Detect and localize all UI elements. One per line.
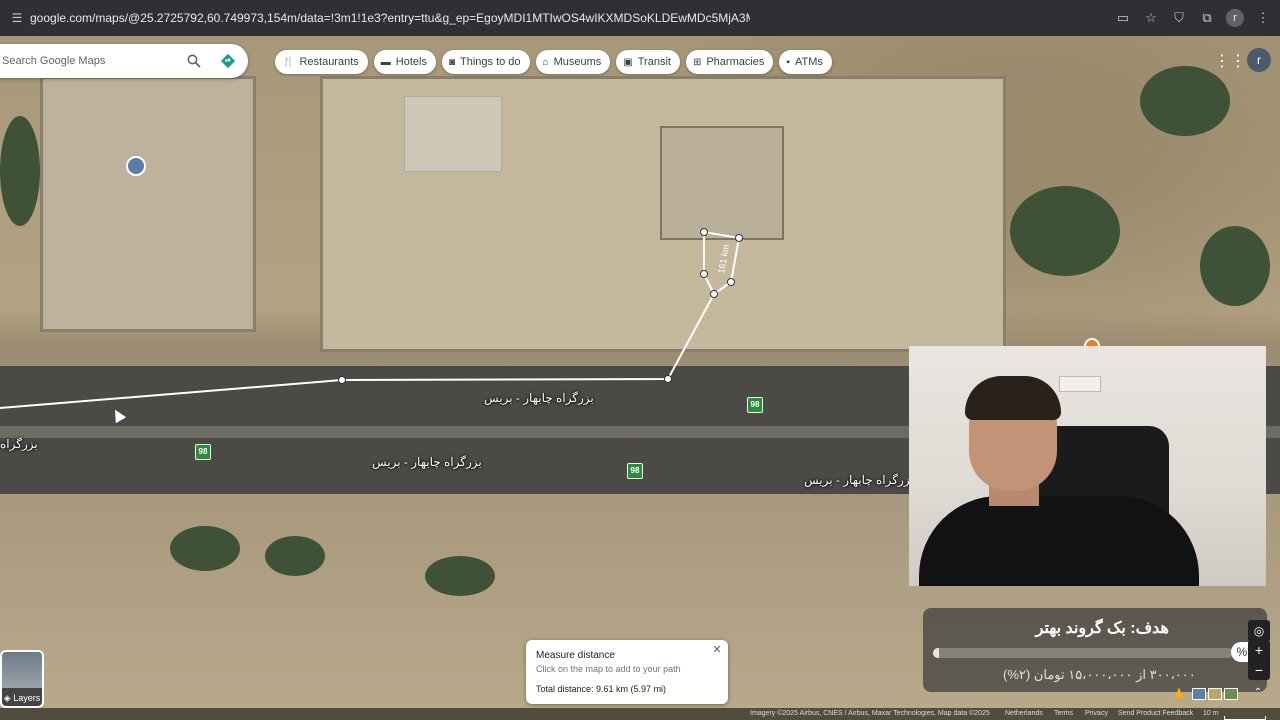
- scale-bar: [1224, 716, 1266, 720]
- expand-up-icon[interactable]: ⌃: [1252, 686, 1264, 700]
- browser-address-bar: ☰ google.com/maps/@25.2725792,60.749973,…: [0, 0, 1280, 36]
- fork-knife-icon: 🍴: [282, 56, 295, 68]
- measure-title: Measure distance: [536, 650, 615, 661]
- chip-label: Hotels: [395, 56, 427, 68]
- measure-point[interactable]: [710, 290, 718, 298]
- privacy-link[interactable]: Privacy: [1085, 710, 1108, 717]
- search-input[interactable]: [0, 54, 174, 68]
- goal-title: هدف: بک گروند بهتر: [1035, 620, 1169, 637]
- browser-menu-icon[interactable]: ⋮: [1254, 9, 1272, 27]
- route-98-shield: 98: [747, 397, 763, 413]
- cast-icon[interactable]: ▭: [1114, 9, 1132, 27]
- chip-atms[interactable]: ▪ ATMs: [779, 50, 832, 74]
- wall-switch: [1059, 376, 1101, 392]
- road-label: بزرگراه چابهار - بریس: [484, 391, 594, 405]
- terms-link[interactable]: Terms: [1054, 710, 1073, 717]
- layer-toggle[interactable]: [1224, 688, 1238, 700]
- donation-goal-widget: هدف: بک گروند بهتر %۲ ۳۰۰،۰۰۰ از ۱۵،۰۰۰،…: [923, 608, 1267, 692]
- mini-layer-toggles: [1192, 688, 1238, 700]
- layers-text: Layers: [13, 693, 41, 703]
- pegman-icon[interactable]: ♟: [1172, 686, 1186, 702]
- chip-restaurants[interactable]: 🍴 Restaurants: [275, 50, 368, 74]
- map-footer: Imagery ©2025 Airbus, CNES / Airbus, Max…: [0, 708, 1280, 720]
- country-link[interactable]: Netherlands: [1005, 710, 1043, 717]
- account-avatar[interactable]: r: [1247, 48, 1271, 72]
- place-marker-icon[interactable]: [126, 156, 146, 176]
- layers-label: ◈ Layers: [2, 693, 42, 704]
- layers-button[interactable]: ◈ Layers: [0, 650, 44, 708]
- close-icon[interactable]: ✕: [710, 643, 724, 657]
- measure-point[interactable]: [338, 376, 346, 384]
- measure-total-distance: Total distance: 9.61 km (5.97 mi): [536, 684, 667, 694]
- goal-progress-bar: [933, 648, 1233, 658]
- measure-point[interactable]: [727, 278, 735, 286]
- route-98-shield: 98: [195, 444, 211, 460]
- layers-thumbnail: [2, 652, 42, 688]
- pharmacy-icon: ⊞: [692, 56, 702, 68]
- chip-transit[interactable]: ▣ Transit: [616, 50, 680, 74]
- category-chips: 🍴 Restaurants ▬ Hotels ◙ Things to do ⌂ Muse…: [275, 50, 832, 74]
- train-icon: ▣: [623, 56, 633, 68]
- chip-pharmacies[interactable]: ⊞ Pharmacies: [685, 50, 774, 74]
- my-location-icon[interactable]: ◎: [1248, 620, 1270, 642]
- feedback-link[interactable]: Send Product Feedback: [1118, 710, 1193, 717]
- satellite-map[interactable]: 161 km بزرگراه چابهار - بریس بزرگراه چاب…: [0, 36, 1280, 720]
- goal-amount: ۳۰۰،۰۰۰ از ۱۵،۰۰۰،۰۰۰ تومان (۲%): [1003, 667, 1196, 682]
- segment-distance-label: 161 km: [716, 244, 731, 275]
- browser-toolbar-icons: ▭ ☆ ⛉ ⧉ r ⋮: [1114, 0, 1272, 36]
- measure-subtitle: Click on the map to add to your path: [536, 664, 681, 674]
- chip-label: Pharmacies: [706, 56, 765, 68]
- measure-point[interactable]: [700, 228, 708, 236]
- search-box: [0, 44, 248, 78]
- chip-label: Museums: [553, 56, 602, 68]
- measure-point[interactable]: [700, 270, 708, 278]
- imagery-attribution: Imagery ©2025 Airbus, CNES / Airbus, Max…: [750, 710, 990, 717]
- layers-icon: ◈: [3, 693, 11, 703]
- chip-things-to-do[interactable]: ◙ Things to do: [441, 50, 530, 74]
- measure-point[interactable]: [735, 234, 743, 242]
- shield-icon[interactable]: ⛉: [1170, 9, 1188, 27]
- directions-icon[interactable]: [216, 49, 240, 73]
- google-apps-icon[interactable]: ⋮⋮: [1214, 52, 1246, 72]
- bed-icon: ▬: [380, 56, 391, 68]
- search-icon[interactable]: [182, 49, 206, 73]
- measure-distance-card: Measure distance Click on the map to add…: [526, 640, 728, 704]
- person-body: [919, 496, 1199, 586]
- layer-toggle[interactable]: [1208, 688, 1222, 700]
- route-98-shield: 98: [627, 463, 643, 479]
- chip-label: Things to do: [460, 56, 521, 68]
- browser-profile-avatar[interactable]: r: [1226, 9, 1244, 27]
- goal-progress-fill: [933, 648, 939, 658]
- chip-label: ATMs: [794, 56, 823, 68]
- webcam-overlay: [909, 346, 1266, 586]
- person-hair: [965, 376, 1061, 420]
- chip-hotels[interactable]: ▬ Hotels: [373, 50, 436, 74]
- layer-toggle[interactable]: [1192, 688, 1206, 700]
- atm-icon: ▪: [786, 56, 790, 68]
- zoom-controls: + −: [1248, 640, 1270, 680]
- bookmark-star-icon[interactable]: ☆: [1142, 9, 1160, 27]
- site-info-icon[interactable]: ☰: [10, 11, 24, 25]
- camera-icon: ◙: [448, 56, 455, 68]
- chip-label: Restaurants: [299, 56, 359, 68]
- chip-museums[interactable]: ⌂ Museums: [535, 50, 611, 74]
- zoom-out-button[interactable]: −: [1248, 660, 1270, 680]
- zoom-in-button[interactable]: +: [1248, 640, 1270, 660]
- museum-icon: ⌂: [542, 56, 549, 68]
- road-label: بزرگراه: [0, 437, 38, 451]
- extensions-icon[interactable]: ⧉: [1198, 9, 1216, 27]
- road-label: بزرگراه چابهار - بریس: [372, 455, 482, 469]
- scale-label[interactable]: 10 m: [1203, 710, 1219, 717]
- url-text[interactable]: google.com/maps/@25.2725792,60.749973,15…: [30, 11, 750, 25]
- road-label: بزرگراه چابهار - بریس: [804, 473, 914, 487]
- chip-label: Transit: [637, 56, 671, 68]
- measure-point[interactable]: [664, 375, 672, 383]
